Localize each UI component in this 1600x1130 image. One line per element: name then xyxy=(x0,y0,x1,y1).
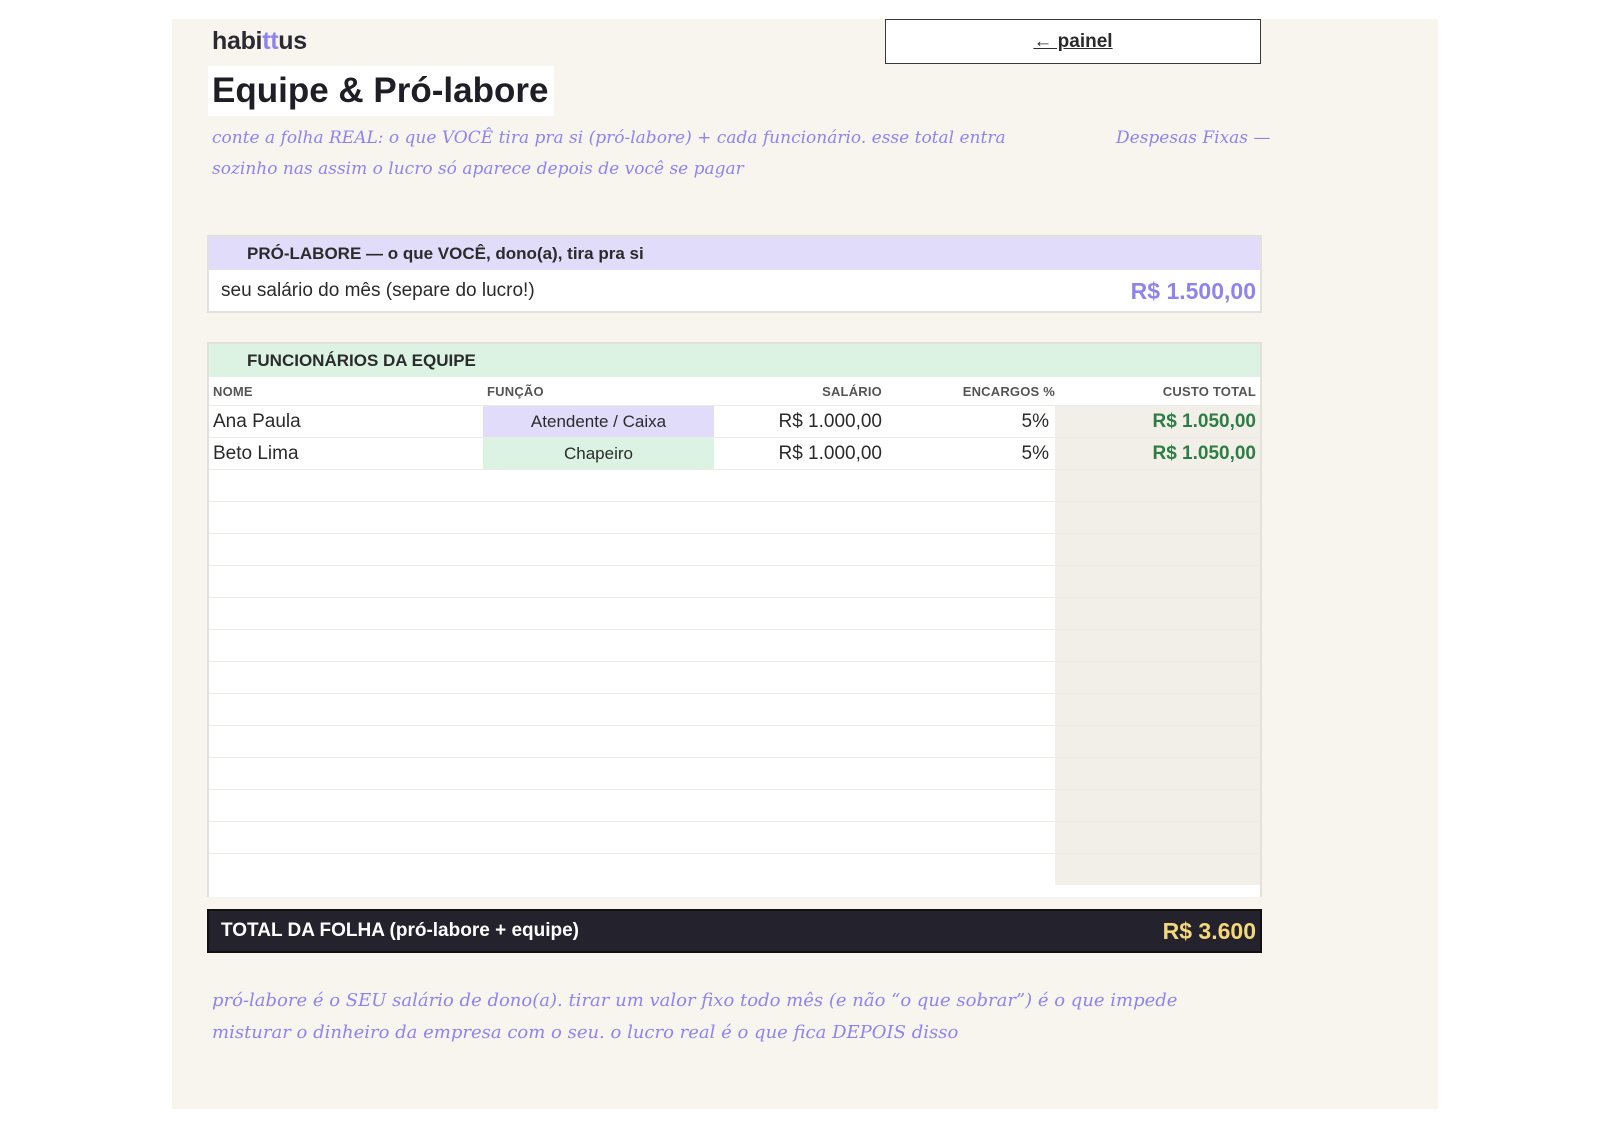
empty-table-row[interactable] xyxy=(209,629,1260,661)
empty-table-row[interactable] xyxy=(209,725,1260,757)
pro-labore-heading: PRÓ-LABORE — o que VOCÊ, dono(a), tira p… xyxy=(209,237,1260,270)
employee-name-cell[interactable]: Beto Lima xyxy=(209,443,483,465)
employee-role-cell[interactable]: Chapeiro xyxy=(483,438,714,469)
column-header-total-cost: CUSTO TOTAL xyxy=(1162,383,1256,399)
pro-labore-value-cell[interactable]: R$ 1.500,00 xyxy=(1131,278,1256,305)
employee-salary-cell[interactable]: R$ 1.000,00 xyxy=(714,443,882,465)
team-heading: FUNCIONÁRIOS DA EQUIPE xyxy=(209,344,1260,377)
footer-note: pró-labore é o SEU salário de dono(a). t… xyxy=(212,990,1178,1043)
team-column-headers: NOME FUNÇÃO SALÁRIO ENCARGOS % CUSTO TOT… xyxy=(209,377,1260,405)
brand-pre: habi xyxy=(212,27,263,55)
sheet: habittus ← painel Equipe & Pró-labore co… xyxy=(172,19,1438,1109)
intro-aside-note: Despesas Fixas — xyxy=(1116,128,1271,148)
employee-salary-cell[interactable]: R$ 1.000,00 xyxy=(714,411,882,433)
employee-total-cost-cell: R$ 1.050,00 xyxy=(1055,438,1260,469)
table-row: Beto Lima Chapeiro R$ 1.000,00 5% R$ 1.0… xyxy=(209,437,1260,469)
empty-table-row[interactable] xyxy=(209,853,1260,885)
employee-role-cell[interactable]: Atendente / Caixa xyxy=(483,406,714,437)
employee-total-cost-cell: R$ 1.050,00 xyxy=(1055,406,1260,437)
intro-note: conte a folha REAL: o que VOCÊ tira pra … xyxy=(212,128,1006,179)
employee-charges-cell[interactable]: 5% xyxy=(882,443,1055,465)
brand-post: us xyxy=(278,27,307,55)
team-panel: FUNCIONÁRIOS DA EQUIPE NOME FUNÇÃO SALÁR… xyxy=(207,342,1262,897)
empty-table-row[interactable] xyxy=(209,661,1260,693)
page-title: Equipe & Pró-labore xyxy=(208,66,555,116)
payroll-total-label: TOTAL DA FOLHA (pró-labore + equipe) xyxy=(221,920,580,941)
empty-table-row[interactable] xyxy=(209,789,1260,821)
empty-table-row[interactable] xyxy=(209,469,1260,501)
employee-charges-cell[interactable]: 5% xyxy=(882,411,1055,433)
empty-table-row[interactable] xyxy=(209,597,1260,629)
empty-table-row[interactable] xyxy=(209,565,1260,597)
pro-labore-label: seu salário do mês (separe do lucro!) xyxy=(221,280,535,301)
brand-accent: tt xyxy=(262,27,279,55)
empty-table-row[interactable] xyxy=(209,821,1260,853)
payroll-total-bar: TOTAL DA FOLHA (pró-labore + equipe) R$ … xyxy=(207,909,1262,953)
brand-logo: habittus xyxy=(212,27,307,56)
pro-labore-row: seu salário do mês (separe do lucro!) R$… xyxy=(209,270,1260,312)
column-header-name: NOME xyxy=(213,383,253,399)
employee-name-cell[interactable]: Ana Paula xyxy=(209,411,483,433)
empty-table-row[interactable] xyxy=(209,501,1260,533)
empty-table-row[interactable] xyxy=(209,533,1260,565)
back-to-panel-link[interactable]: ← painel xyxy=(885,19,1261,64)
empty-table-row[interactable] xyxy=(209,757,1260,789)
table-row: Ana Paula Atendente / Caixa R$ 1.000,00 … xyxy=(209,405,1260,437)
column-header-role: FUNÇÃO xyxy=(487,383,544,399)
empty-table-row[interactable] xyxy=(209,693,1260,725)
payroll-total-value: R$ 3.600 xyxy=(1162,917,1256,944)
column-header-charges: ENCARGOS % xyxy=(962,383,1055,399)
column-header-salary: SALÁRIO xyxy=(822,383,882,399)
pro-labore-panel: PRÓ-LABORE — o que VOCÊ, dono(a), tira p… xyxy=(207,235,1262,313)
